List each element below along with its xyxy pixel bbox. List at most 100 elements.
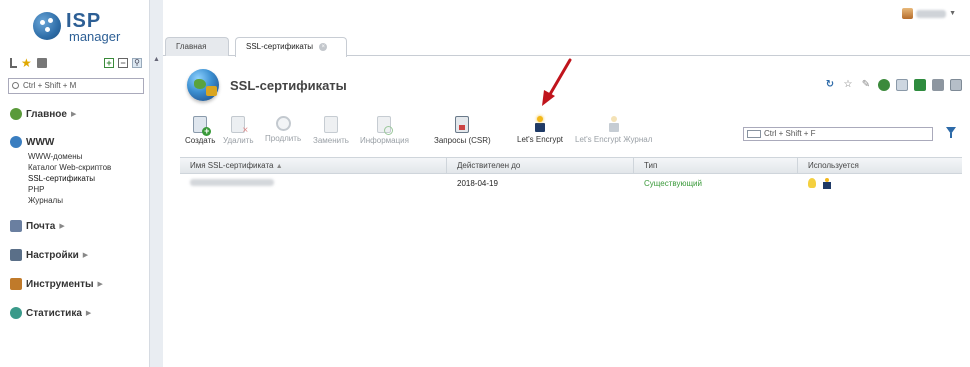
tab-label: Главная [176, 42, 207, 51]
delete-icon [231, 116, 248, 136]
menu-group-mail[interactable]: Почта ▶ [10, 217, 145, 235]
table-search-input[interactable]: Ctrl + Shift + F [743, 127, 933, 141]
refresh-icon[interactable]: ↻ [824, 79, 836, 91]
expand-all-icon[interactable]: + [104, 58, 114, 68]
column-label: Используется [808, 161, 859, 170]
menu-group-label: Настройки [26, 249, 79, 261]
replace-button[interactable]: Заменить [313, 116, 349, 145]
menu-group-label: WWW [26, 136, 55, 148]
print-icon[interactable] [932, 79, 944, 91]
menu-group-label: Почта [26, 220, 56, 232]
certificates-table: Имя SSL-сертификата ▲ Действителен до Ти… [180, 157, 962, 192]
letsencrypt-log-icon [606, 116, 622, 132]
tree-view-icon[interactable] [10, 58, 17, 68]
help-globe-icon[interactable] [878, 79, 890, 91]
globe-icon [10, 136, 22, 148]
renew-button[interactable]: Продлить [265, 116, 301, 143]
table-row[interactable]: 2018-04-19 Существующий [180, 174, 962, 192]
pin-icon[interactable]: ✎ [860, 79, 872, 91]
lock-icon [206, 86, 217, 96]
annotation-arrow-icon [542, 58, 572, 106]
collapse-all-icon[interactable]: − [118, 58, 128, 68]
menu-group-main[interactable]: Главное ▶ [10, 105, 145, 123]
chevron-down-icon: ▼ [949, 10, 956, 17]
sidebar-quickbar: ★ + − ⚲ [10, 56, 142, 70]
chevron-right-icon: ▶ [59, 223, 65, 230]
menu-group-label: Статистика [26, 307, 82, 319]
replace-icon [323, 116, 338, 133]
letsencrypt-icon [532, 116, 548, 132]
favorite-star-icon[interactable]: ☆ [842, 79, 854, 91]
bulb-icon [808, 178, 816, 188]
menu-item-www-domains[interactable]: WWW-домены [28, 151, 145, 162]
tab-main[interactable]: Главная [165, 37, 229, 56]
favorites-star-icon[interactable]: ★ [21, 57, 33, 69]
grid-search-icon [747, 130, 761, 138]
tab-bar: Главная SSL-сертификаты × [163, 35, 970, 57]
chevron-right-icon: ▶ [70, 111, 77, 118]
menu-group-settings[interactable]: Настройки ▶ [10, 246, 145, 264]
create-icon [193, 116, 212, 136]
letsencrypt-log-label: Let's Encrypt Журнал [575, 135, 653, 144]
column-label: Имя SSL-сертификата [190, 161, 274, 170]
letsencrypt-label: Let's Encrypt [517, 135, 563, 144]
column-header-used[interactable]: Используется [798, 158, 962, 173]
document-icon[interactable] [896, 79, 908, 91]
filter-icon[interactable] [946, 127, 956, 139]
user-menu[interactable]: ▼ [902, 8, 956, 19]
pin-sidebar-icon[interactable]: ⚲ [132, 58, 142, 68]
delete-button[interactable]: Удалить [223, 116, 254, 145]
column-header-valid-until[interactable]: Действителен до [447, 158, 634, 173]
letsencrypt-log-button[interactable]: Let's Encrypt Журнал [575, 116, 652, 144]
page-title: SSL-сертификаты [230, 78, 347, 93]
archive-icon[interactable] [37, 58, 47, 68]
tab-ssl-certificates[interactable]: SSL-сертификаты × [235, 37, 347, 57]
home-icon [10, 108, 22, 120]
column-label: Тип [644, 161, 658, 170]
column-label: Действителен до [457, 161, 521, 170]
menu-item-php[interactable]: PHP [28, 184, 145, 195]
menu-group-label: Инструменты [26, 278, 94, 290]
delete-label: Удалить [223, 136, 254, 145]
logo-manager-text: manager [69, 29, 121, 44]
info-icon [377, 116, 394, 135]
settings-icon [10, 249, 22, 261]
letsencrypt-button[interactable]: Let's Encrypt [517, 116, 563, 144]
close-tab-icon[interactable]: × [319, 42, 328, 51]
csr-button[interactable]: Запросы (CSR) [434, 116, 491, 145]
create-label: Создать [185, 136, 216, 145]
menu-group-stats[interactable]: Статистика ▶ [10, 304, 145, 322]
menu-item-logs[interactable]: Журналы [28, 195, 145, 206]
menu-group-www[interactable]: WWW [10, 133, 145, 151]
create-button[interactable]: Создать [185, 116, 215, 145]
column-header-name[interactable]: Имя SSL-сертификата ▲ [180, 158, 447, 173]
export-excel-icon[interactable] [914, 79, 926, 91]
tab-label: SSL-сертификаты [246, 42, 314, 51]
csr-icon [455, 116, 470, 133]
cell-name [180, 178, 447, 188]
calculator-icon[interactable] [950, 79, 962, 91]
menu-item-ssl-certificates[interactable]: SSL-сертификаты [28, 173, 145, 184]
logo[interactable]: ISP manager [33, 10, 133, 44]
logo-icon [33, 12, 61, 40]
column-header-type[interactable]: Тип [634, 158, 798, 173]
menu-search-placeholder: Ctrl + Shift + M [23, 81, 77, 90]
info-label: Информация [360, 136, 409, 145]
main-menu: Главное ▶ WWW WWW-домены Каталог Web-скр… [10, 105, 145, 322]
ssl-globe-icon [187, 69, 219, 101]
replace-label: Заменить [313, 136, 349, 145]
menu-item-web-scripts[interactable]: Каталог Web-скриптов [28, 162, 145, 173]
letsencrypt-icon [822, 177, 832, 189]
csr-label: Запросы (CSR) [434, 136, 491, 145]
cell-valid-until: 2018-04-19 [457, 178, 498, 188]
stats-icon [10, 307, 22, 319]
renew-label: Продлить [265, 134, 302, 143]
menu-group-tools[interactable]: Инструменты ▶ [10, 275, 145, 293]
collapse-up-icon[interactable]: ▲ [153, 56, 160, 63]
info-button[interactable]: Информация [360, 116, 409, 145]
chevron-right-icon: ▶ [85, 310, 92, 317]
page-tools: ↻ ☆ ✎ [824, 79, 962, 91]
chevron-right-icon: ▶ [97, 281, 103, 288]
sidebar-resizer[interactable]: ▲ [149, 0, 163, 367]
menu-search-input[interactable]: Ctrl + Shift + M [8, 78, 144, 94]
